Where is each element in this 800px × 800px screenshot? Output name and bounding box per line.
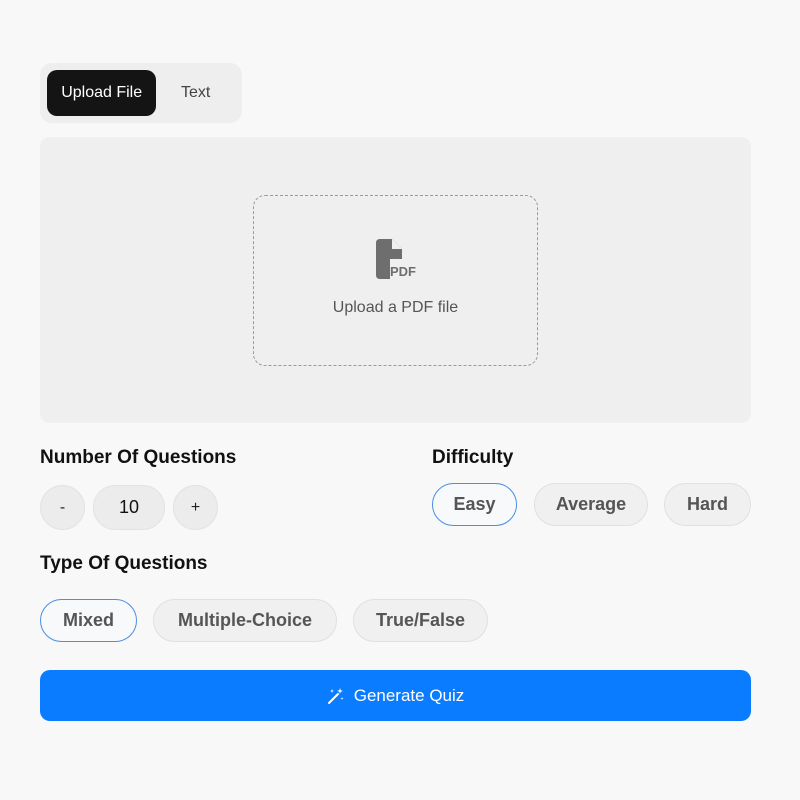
tab-text[interactable]: Text: [156, 70, 235, 116]
tab-upload-file[interactable]: Upload File: [47, 70, 157, 116]
question-count[interactable]: 10: [93, 485, 165, 530]
pdf-file-icon: PDF: [375, 238, 416, 279]
type-multiple-choice[interactable]: Multiple-Choice: [153, 599, 337, 642]
generate-quiz-label: Generate Quiz: [353, 685, 465, 705]
magic-wand-icon: [327, 687, 344, 704]
svg-text:PDF: PDF: [390, 264, 416, 279]
difficulty-hard[interactable]: Hard: [664, 483, 751, 526]
questions-heading: Number Of Questions: [40, 447, 237, 468]
difficulty-easy[interactable]: Easy: [432, 483, 517, 526]
difficulty-average[interactable]: Average: [534, 483, 648, 526]
decrement-button[interactable]: -: [40, 485, 85, 530]
generate-quiz-button[interactable]: Generate Quiz: [40, 670, 751, 721]
increment-button[interactable]: +: [173, 485, 218, 530]
quiz-generator: Upload File Text PDF Upload a PDF file N…: [0, 0, 800, 800]
upload-prompt: Upload a PDF file: [332, 298, 459, 316]
difficulty-heading: Difficulty: [432, 447, 514, 468]
pdf-dropzone[interactable]: PDF Upload a PDF file: [253, 195, 538, 366]
type-true-false[interactable]: True/False: [353, 599, 488, 642]
question-type-heading: Type Of Questions: [40, 553, 208, 574]
input-mode-tabs: Upload File Text: [40, 63, 242, 123]
upload-panel: PDF Upload a PDF file: [40, 137, 751, 423]
type-mixed[interactable]: Mixed: [40, 599, 137, 642]
